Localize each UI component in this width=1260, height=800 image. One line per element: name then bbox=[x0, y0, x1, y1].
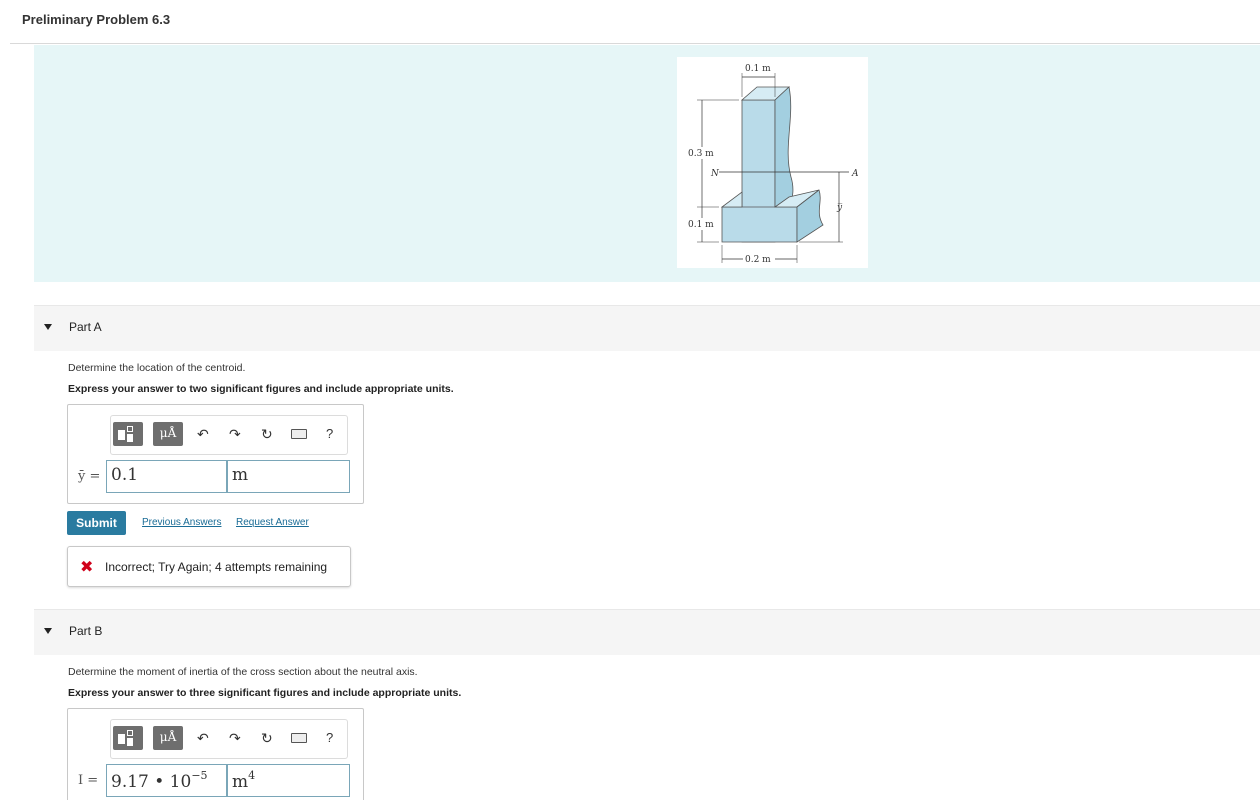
ybar-label: ȳ = bbox=[78, 469, 101, 484]
symbols-button[interactable]: μÅ bbox=[153, 422, 183, 446]
part-b-header[interactable]: Part B bbox=[34, 609, 1260, 655]
request-answer-link[interactable]: Request Answer bbox=[236, 517, 309, 528]
part-a-instruction: Express your answer to two significant f… bbox=[68, 383, 454, 395]
undo-icon[interactable]: ↶ bbox=[197, 427, 209, 441]
label-a: A bbox=[851, 169, 859, 179]
unit-input[interactable]: m bbox=[227, 460, 350, 493]
reset-icon[interactable]: ↻ bbox=[261, 427, 273, 441]
unit-input[interactable]: m4 bbox=[227, 764, 350, 797]
value-input[interactable]: 9.17 • 10−5 bbox=[106, 764, 227, 797]
part-b-instruction: Express your answer to three significant… bbox=[68, 687, 462, 699]
help-icon[interactable]: ? bbox=[326, 731, 333, 745]
dim-top-label: 0.1 m bbox=[745, 64, 771, 74]
part-b-answer-box: μÅ ↶ ↷ ↻ ? I = 9.17 • 10−5 m4 bbox=[67, 708, 364, 800]
dim-width-label: 0.2 m bbox=[745, 255, 771, 265]
part-a-label: Part A bbox=[69, 320, 102, 334]
dim-base-label: 0.1 m bbox=[688, 220, 714, 230]
incorrect-x-icon: ✖ bbox=[80, 559, 94, 576]
figure-flange-front bbox=[721, 206, 798, 243]
math-toolbar: μÅ ↶ ↷ ↻ ? bbox=[110, 415, 348, 455]
submit-button[interactable]: Submit bbox=[67, 511, 126, 535]
value-input[interactable]: 0.1 bbox=[106, 460, 227, 493]
figure-flange-top bbox=[720, 191, 743, 208]
redo-icon[interactable]: ↷ bbox=[229, 427, 241, 441]
help-icon[interactable]: ? bbox=[326, 427, 333, 441]
keyboard-icon[interactable] bbox=[291, 733, 307, 743]
feedback-text: Incorrect; Try Again; 4 attempts remaini… bbox=[105, 560, 328, 574]
feedback-message: ✖ Incorrect; Try Again; 4 attempts remai… bbox=[67, 546, 351, 587]
part-a-answer-box: μÅ ↶ ↷ ↻ ? ȳ = 0.1 m bbox=[67, 404, 364, 504]
templates-icon[interactable] bbox=[113, 726, 143, 750]
redo-icon[interactable]: ↷ bbox=[229, 731, 241, 745]
math-toolbar: μÅ ↶ ↷ ↻ ? bbox=[110, 719, 348, 759]
inertia-label: I = bbox=[78, 773, 99, 788]
dim-height-label: 0.3 m bbox=[688, 149, 714, 159]
previous-answers-link[interactable]: Previous Answers bbox=[142, 517, 221, 528]
problem-figure: N A 0.1 m 0.3 m 0.1 m 0.2 m y̅ bbox=[677, 57, 868, 268]
label-n: N bbox=[710, 169, 720, 179]
collapse-caret-icon[interactable] bbox=[44, 324, 52, 330]
templates-icon[interactable] bbox=[113, 422, 143, 446]
part-b-label: Part B bbox=[69, 624, 103, 638]
figure-band bbox=[34, 45, 1260, 282]
part-a-question: Determine the location of the centroid. bbox=[68, 362, 246, 374]
symbols-button[interactable]: μÅ bbox=[153, 726, 183, 750]
collapse-caret-icon[interactable] bbox=[44, 628, 52, 634]
undo-icon[interactable]: ↶ bbox=[197, 731, 209, 745]
reset-icon[interactable]: ↻ bbox=[261, 731, 273, 745]
page-title: Preliminary Problem 6.3 bbox=[22, 12, 171, 27]
title-divider bbox=[10, 43, 1260, 44]
keyboard-icon[interactable] bbox=[291, 429, 307, 439]
part-b-question: Determine the moment of inertia of the c… bbox=[68, 666, 418, 678]
label-ybar: y̅ bbox=[836, 203, 843, 213]
part-a-header[interactable]: Part A bbox=[34, 305, 1260, 351]
